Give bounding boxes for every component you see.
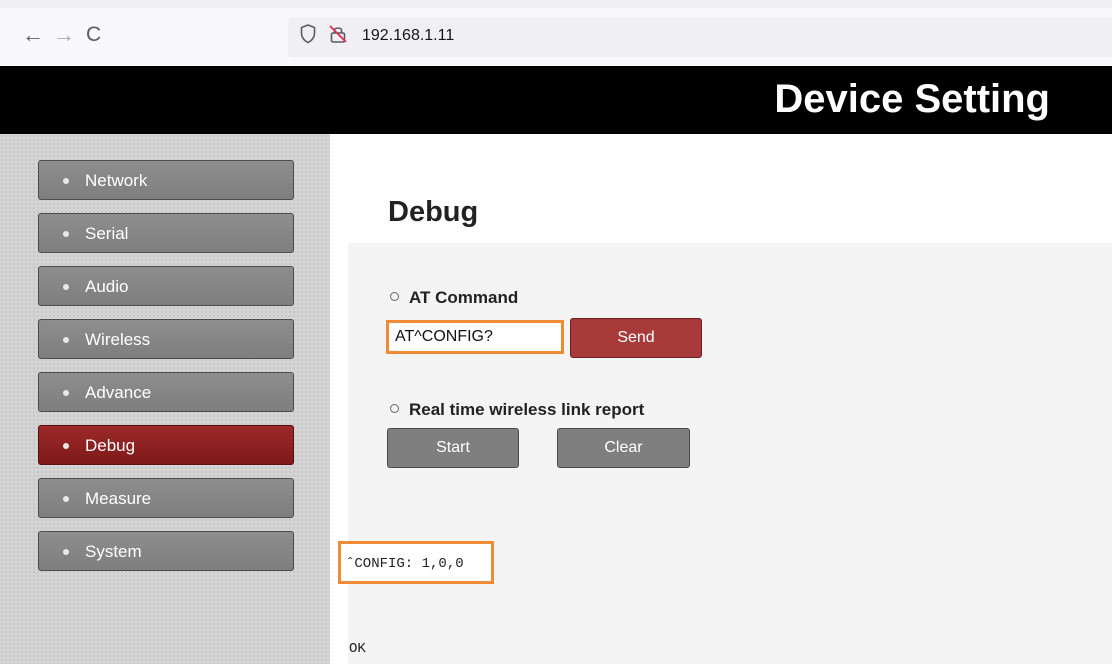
sidebar-item-label: Advance [85, 383, 152, 402]
sidebar-item-network[interactable]: Network [38, 160, 294, 200]
link-report-title: Real time wireless link report [390, 400, 644, 420]
sidebar-item-label: Debug [85, 436, 136, 455]
sidebar-item-debug[interactable]: Debug [38, 425, 294, 465]
sidebar-item-label: Audio [85, 277, 129, 296]
command-status: OK [349, 641, 366, 657]
sidebar-item-label: Wireless [85, 330, 151, 349]
page-header: Device Setting [0, 66, 1112, 134]
sidebar-item-system[interactable]: System [38, 531, 294, 571]
bullet-icon [63, 231, 69, 237]
sidebar-item-measure[interactable]: Measure [38, 478, 294, 518]
start-button[interactable]: Start [387, 428, 519, 468]
browser-toolbar: ← → C 192.168.1.11 [0, 0, 1112, 67]
forward-arrow-icon[interactable]: → [53, 22, 75, 48]
sidebar-item-label: Measure [85, 489, 152, 508]
command-response: ˆCONFIG: 1,0,0 [346, 556, 464, 572]
ring-bullet-icon [390, 292, 399, 302]
shield-icon[interactable] [300, 24, 316, 44]
sidebar-item-label: System [85, 542, 142, 561]
clear-button[interactable]: Clear [557, 428, 690, 468]
url-text[interactable]: 192.168.1.11 [362, 27, 454, 45]
section-heading: Debug [388, 196, 479, 228]
bullet-icon [63, 284, 69, 290]
bullet-icon [63, 496, 69, 502]
sidebar: Network Serial Audio Wireless Advance De… [0, 134, 330, 664]
bullet-icon [63, 443, 69, 449]
back-arrow-icon[interactable]: ← [22, 22, 44, 48]
at-command-title: AT Command [390, 288, 518, 308]
bullet-icon [63, 178, 69, 184]
tab-strip [0, 0, 1112, 8]
at-command-input[interactable] [386, 320, 564, 354]
sidebar-item-advance[interactable]: Advance [38, 372, 294, 412]
sidebar-item-wireless[interactable]: Wireless [38, 319, 294, 359]
at-command-title-text: AT Command [409, 288, 519, 307]
sidebar-item-label: Network [85, 171, 148, 190]
link-report-title-text: Real time wireless link report [409, 400, 645, 419]
send-button[interactable]: Send [570, 318, 702, 358]
page-title: Device Setting [774, 77, 1050, 121]
sidebar-item-serial[interactable]: Serial [38, 213, 294, 253]
bullet-icon [63, 549, 69, 555]
bullet-icon [63, 390, 69, 396]
sidebar-item-audio[interactable]: Audio [38, 266, 294, 306]
sidebar-item-label: Serial [85, 224, 129, 243]
insecure-lock-icon[interactable] [328, 24, 348, 44]
reload-icon[interactable]: C [86, 22, 101, 48]
bullet-icon [63, 337, 69, 343]
ring-bullet-icon [390, 404, 399, 414]
